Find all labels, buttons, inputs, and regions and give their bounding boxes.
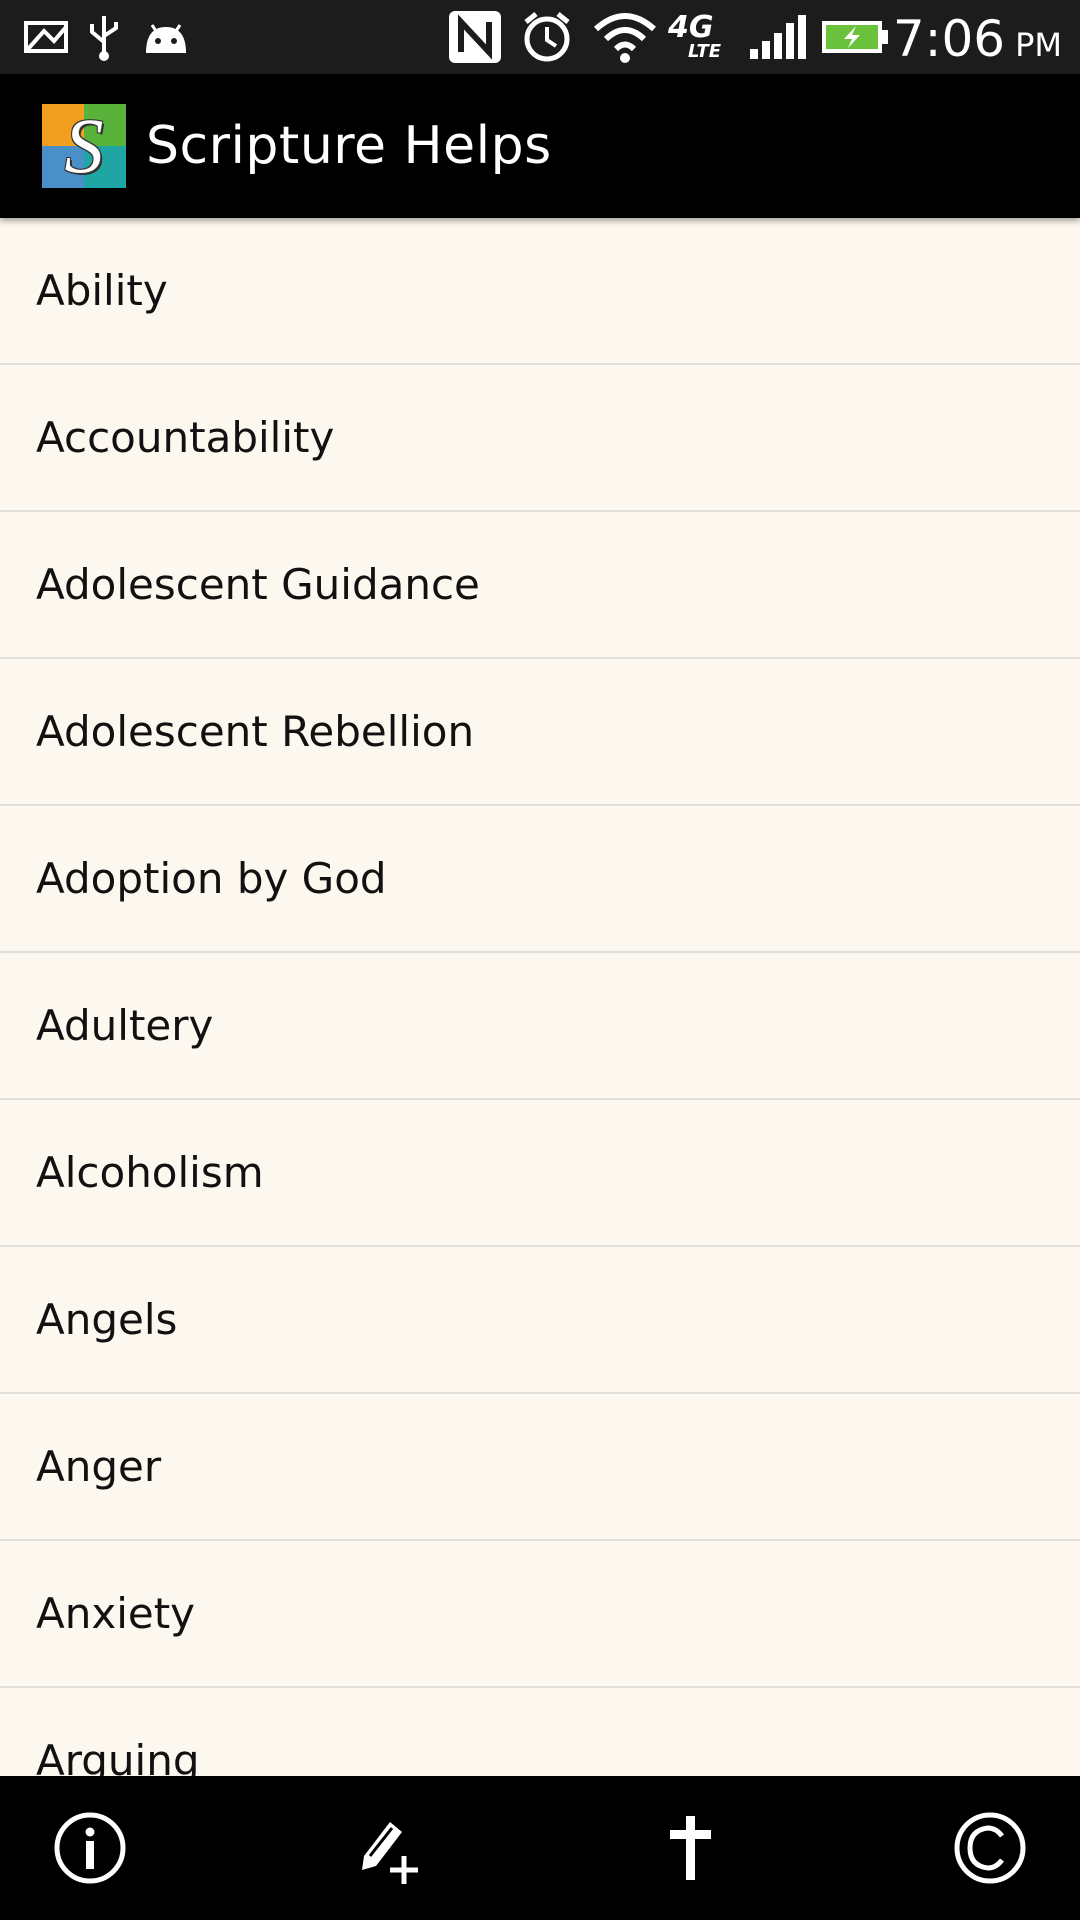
info-button[interactable]: [46, 1804, 134, 1892]
info-icon: [54, 1812, 126, 1884]
topic-list-item[interactable]: Accountability: [0, 365, 1080, 512]
topic-list[interactable]: Ability Accountability Adolescent Guidance…: [0, 218, 1080, 1776]
usb-icon: [84, 0, 124, 74]
add-note-icon: [362, 1822, 418, 1884]
status-bar: 4G LTE 7:06 PM: [0, 0, 1080, 76]
add-note-button[interactable]: [346, 1804, 434, 1892]
image-icon: [20, 0, 72, 74]
topic-list-item[interactable]: Alcoholism: [0, 1100, 1080, 1247]
android-icon: [140, 0, 192, 74]
cross-icon: [670, 1816, 711, 1880]
alarm-icon: [518, 0, 576, 74]
topic-list-item[interactable]: Anxiety: [0, 1541, 1080, 1688]
copyright-button[interactable]: [946, 1804, 1034, 1892]
copyright-icon: [954, 1812, 1026, 1884]
status-time: 7:06: [892, 10, 1006, 68]
topic-list-item[interactable]: Adultery: [0, 953, 1080, 1100]
status-ampm: PM: [1015, 26, 1062, 64]
app-title: Scripture Helps: [146, 116, 552, 176]
topic-list-item[interactable]: Anger: [0, 1394, 1080, 1541]
topic-list-item[interactable]: Ability: [0, 218, 1080, 365]
topic-list-item[interactable]: Adolescent Rebellion: [0, 659, 1080, 806]
bottom-toolbar: [0, 1776, 1080, 1920]
topic-list-item[interactable]: Arguing: [0, 1688, 1080, 1776]
wifi-icon: [592, 0, 658, 74]
status-clock: 7:06 PM: [893, 0, 1062, 74]
signal-icon: [748, 0, 806, 74]
topic-list-item[interactable]: Adoption by God: [0, 806, 1080, 953]
4g-lte-icon: 4G LTE: [668, 10, 722, 62]
nfc-icon: [446, 0, 504, 74]
cross-button[interactable]: [646, 1804, 734, 1892]
topic-list-item[interactable]: Adolescent Guidance: [0, 512, 1080, 659]
app-logo[interactable]: S: [42, 104, 126, 188]
action-bar: S Scripture Helps: [0, 74, 1080, 218]
logo-letter: S: [64, 102, 104, 189]
battery-charging-icon: [820, 0, 890, 74]
topic-list-item[interactable]: Angels: [0, 1247, 1080, 1394]
